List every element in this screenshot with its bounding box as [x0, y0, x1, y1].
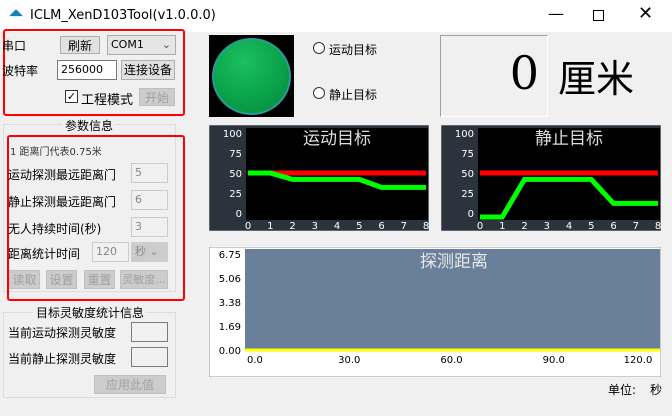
idle-time-input[interactable]: 3 — [131, 217, 168, 237]
still-sensitivity-label: 当前静止探测灵敏度 — [8, 352, 117, 366]
still-target-label: 静止目标 — [329, 88, 378, 102]
x-tick-label: 1 — [267, 221, 273, 231]
read-button[interactable]: 读取 — [9, 270, 40, 289]
x-tick-label: 0.0 — [247, 355, 263, 366]
move-sensitivity-value — [131, 322, 168, 342]
start-button[interactable]: 开始 — [139, 88, 175, 106]
y-tick-label: 100 — [223, 129, 242, 140]
x-tick-label: 7 — [633, 221, 639, 231]
y-tick-label: 1.69 — [219, 322, 241, 333]
x-tick-label: 3 — [544, 221, 550, 231]
x-tick-label: 2 — [289, 221, 295, 231]
y-tick-label: 25 — [229, 189, 242, 200]
stat-unit-select[interactable]: 秒 ⌄ — [131, 242, 168, 262]
unit-value: 秒 — [650, 383, 663, 397]
gate-note: 1 距离门代表0.75米 — [10, 147, 102, 158]
distance-value: 0 — [509, 46, 539, 100]
still-gate-input[interactable]: 6 — [131, 190, 168, 210]
title-bar: ◢◣ ICLM_XenD103Tool(v1.0.0.0) — ✕ — [0, 0, 672, 32]
reset-button[interactable]: 重置 — [84, 270, 115, 289]
move-target-radio[interactable] — [313, 42, 325, 54]
x-tick-label: 5 — [356, 221, 362, 231]
minimize-button[interactable]: — — [548, 4, 564, 23]
engineering-mode-checkbox[interactable]: ✓ — [65, 90, 78, 103]
y-tick-label: 100 — [455, 129, 474, 140]
connect-button[interactable]: 连接设备 — [121, 60, 175, 80]
y-tick-label: 0 — [468, 209, 474, 220]
x-tick-label: 4 — [334, 221, 340, 231]
x-tick-label: 8 — [655, 221, 661, 231]
y-tick-label: 6.75 — [219, 250, 241, 261]
distance-unit: 厘米 — [558, 57, 635, 101]
x-tick-label: 30.0 — [338, 355, 360, 366]
engineering-mode-label: 工程模式 — [81, 93, 134, 108]
sensitivity-title: 目标灵敏度统计信息 — [33, 304, 148, 321]
indicator-light-icon — [212, 38, 291, 115]
x-tick-label: 2 — [521, 221, 527, 231]
move-sensitivity-label: 当前运动探测灵敏度 — [8, 326, 117, 340]
params-title: 参数信息 — [62, 117, 117, 134]
stat-time-label: 距离统计时间 — [8, 247, 81, 261]
y-tick-label: 3.38 — [219, 298, 241, 309]
x-tick-label: 4 — [566, 221, 572, 231]
radar-logo-icon: ◢◣ — [9, 8, 23, 18]
chevron-down-icon: ⌄ — [161, 38, 171, 51]
y-tick-label: 0.00 — [219, 346, 241, 357]
x-tick-label: 0 — [245, 221, 251, 231]
y-tick-label: 50 — [461, 169, 474, 180]
y-tick-label: 50 — [229, 169, 242, 180]
still-target-radio[interactable] — [313, 87, 325, 99]
y-tick-label: 0 — [236, 209, 242, 220]
distance-chart: 探测距离 6.75 5.06 3.38 1.69 0.00 0.0 30.0 60.0 90.0 1… — [209, 247, 661, 377]
y-tick-label: 75 — [461, 149, 474, 160]
port-label: 串口 — [2, 39, 27, 53]
x-tick-label: 60.0 — [440, 355, 462, 366]
chart-title: 运动目标 — [303, 129, 371, 149]
baud-input[interactable]: 256000 — [57, 60, 117, 80]
close-button[interactable]: ✕ — [638, 3, 653, 24]
x-tick-label: 90.0 — [543, 355, 565, 366]
move-target-chart: 运动目标 100 75 50 25 00 1 2 3 4 5 6 7 8 — [209, 125, 429, 231]
x-tick-label: 120.0 — [624, 355, 653, 366]
move-target-label: 运动目标 — [329, 43, 378, 57]
x-tick-label: 6 — [378, 221, 384, 231]
still-target-chart: 静止目标 100 75 50 25 00 1 2 3 4 5 6 7 8 — [441, 125, 661, 231]
port-select[interactable]: COM1 ⌄ — [107, 35, 176, 55]
unit-label: 单位: — [608, 383, 637, 397]
still-sensitivity-value — [131, 347, 168, 367]
stat-unit-value: 秒 — [135, 245, 146, 258]
window-title: ICLM_XenD103Tool(v1.0.0.0) — [30, 8, 216, 23]
idle-time-label: 无人持续时间(秒) — [8, 222, 102, 236]
x-tick-label: 6 — [610, 221, 616, 231]
x-tick-label: 5 — [588, 221, 594, 231]
still-gate-label: 静止探测最远距离门 — [8, 195, 117, 209]
distance-display: 0 — [440, 35, 548, 117]
y-tick-label: 25 — [461, 189, 474, 200]
move-gate-label: 运动探测最远距离门 — [8, 168, 117, 182]
set-button[interactable]: 设置 — [46, 270, 77, 289]
port-value: COM1 — [111, 38, 144, 51]
y-tick-label: 75 — [229, 149, 242, 160]
move-gate-input[interactable]: 5 — [131, 163, 168, 183]
x-tick-label: 7 — [401, 221, 407, 231]
target-indicator — [209, 35, 294, 117]
x-tick-label: 3 — [312, 221, 318, 231]
stat-time-input[interactable]: 120 — [92, 242, 129, 262]
y-tick-label: 5.06 — [219, 274, 241, 285]
x-tick-label: 8 — [423, 221, 429, 231]
chart-title: 静止目标 — [535, 129, 603, 149]
maximize-button[interactable] — [593, 10, 604, 21]
sensitivity-button[interactable]: 灵敏度... — [120, 270, 168, 289]
chart-title: 探测距离 — [420, 252, 488, 272]
chevron-down-icon: ⌄ — [149, 245, 159, 258]
x-tick-label: 0 — [477, 221, 483, 231]
refresh-button[interactable]: 刷新 — [60, 36, 100, 54]
baud-label: 波特率 — [2, 64, 39, 78]
x-tick-label: 1 — [499, 221, 505, 231]
apply-button[interactable]: 应用此值 — [94, 375, 166, 394]
